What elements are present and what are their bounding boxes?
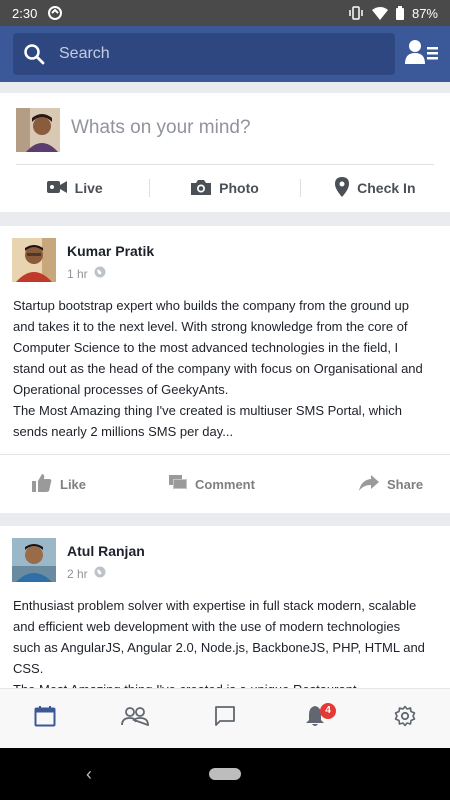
- post-text-line: stand out as the head of the company wit…: [13, 361, 423, 376]
- system-nav-bar: ‹: [0, 748, 450, 800]
- like-button[interactable]: Like: [32, 474, 86, 495]
- wifi-icon: [371, 6, 388, 20]
- post-text-line: and efficient web development with the u…: [13, 619, 401, 634]
- post-author[interactable]: Atul Ranjan: [67, 543, 145, 559]
- tab-notifications[interactable]: 4: [270, 689, 360, 749]
- post-actions: Like Comment Share: [0, 454, 450, 514]
- notification-badge: 4: [320, 702, 336, 719]
- live-label: Live: [74, 180, 103, 196]
- thumbs-up-icon: [32, 474, 52, 495]
- tab-settings[interactable]: [360, 689, 450, 749]
- home-pill[interactable]: [209, 768, 241, 780]
- post-meta: 1 hr: [67, 266, 106, 281]
- bottom-tab-bar: 4: [0, 688, 450, 748]
- check-in-button[interactable]: Check In: [301, 176, 450, 200]
- location-pin-icon: [335, 176, 350, 200]
- feed-post: Kumar Pratik 1 hr Startup bootstrap expe…: [0, 226, 450, 513]
- vibrate-icon: [348, 6, 364, 20]
- photo-button[interactable]: Photo: [150, 179, 299, 198]
- back-icon[interactable]: ‹: [86, 764, 92, 785]
- post-text-line: and takes it to the next level. With str…: [13, 319, 408, 334]
- post-body: Enthusiast problem solver with expertise…: [13, 595, 441, 700]
- avatar: [16, 108, 60, 152]
- globe-icon: [94, 266, 106, 281]
- search-icon: [13, 43, 55, 65]
- post-author[interactable]: Kumar Pratik: [67, 243, 154, 259]
- people-icon: [121, 706, 149, 731]
- post-text-line: Computer Science to the most advanced te…: [13, 340, 399, 355]
- video-icon: [46, 180, 67, 197]
- tab-events[interactable]: [0, 689, 90, 749]
- post-text-line: Operational processes of GeekyAnts.: [13, 382, 229, 397]
- post-text-line: Enthusiast problem solver with expertise…: [13, 598, 417, 613]
- avatar[interactable]: [12, 538, 56, 582]
- sync-icon: [47, 5, 63, 21]
- post-time: 1 hr: [67, 266, 88, 281]
- post-text-line: Startup bootstrap expert who builds the …: [13, 298, 410, 313]
- post-text-line: The Most Amazing thing I've created is m…: [13, 403, 403, 418]
- photo-label: Photo: [219, 180, 259, 196]
- tab-messages[interactable]: [180, 689, 270, 749]
- battery-icon: [395, 6, 404, 20]
- app-header: [0, 26, 450, 82]
- post-body: Startup bootstrap expert who builds the …: [13, 295, 441, 442]
- friend-requests-button[interactable]: [404, 38, 440, 70]
- tab-friends[interactable]: [90, 689, 180, 749]
- comment-icon: [169, 475, 187, 494]
- feed-post: Atul Ranjan 2 hr Enthusiast problem solv…: [0, 526, 450, 706]
- share-icon: [359, 475, 379, 494]
- status-time: 2:30: [12, 5, 38, 21]
- share-label: Share: [387, 477, 424, 492]
- battery-percent: 87%: [411, 5, 438, 21]
- search-bar[interactable]: [13, 33, 395, 75]
- post-text-line: sends nearly 2 millions SMS per day...: [13, 424, 234, 439]
- post-text-line: such as AngularJS, Angular 2.0, Node.js,…: [13, 640, 425, 655]
- post-time: 2 hr: [67, 566, 88, 581]
- live-button[interactable]: Live: [0, 180, 149, 197]
- search-input[interactable]: [59, 45, 359, 63]
- globe-icon: [94, 566, 106, 581]
- calendar-icon: [34, 705, 56, 732]
- share-button[interactable]: Share: [359, 475, 423, 494]
- settings-icon: [394, 705, 416, 732]
- check-in-label: Check In: [357, 180, 416, 196]
- post-text-line: CSS.: [13, 661, 44, 676]
- status-bar: 2:30 87%: [0, 0, 450, 26]
- comment-label: Comment: [195, 477, 255, 492]
- avatar[interactable]: [12, 238, 56, 282]
- composer-prompt[interactable]: Whats on your mind?: [71, 117, 251, 139]
- post-meta: 2 hr: [67, 566, 106, 581]
- comment-button[interactable]: Comment: [169, 475, 255, 494]
- post-composer: Whats on your mind? Live Photo Check In: [0, 93, 450, 212]
- camera-icon: [191, 179, 212, 198]
- like-label: Like: [60, 477, 87, 492]
- chat-icon: [214, 705, 236, 732]
- contacts-icon: [405, 39, 439, 70]
